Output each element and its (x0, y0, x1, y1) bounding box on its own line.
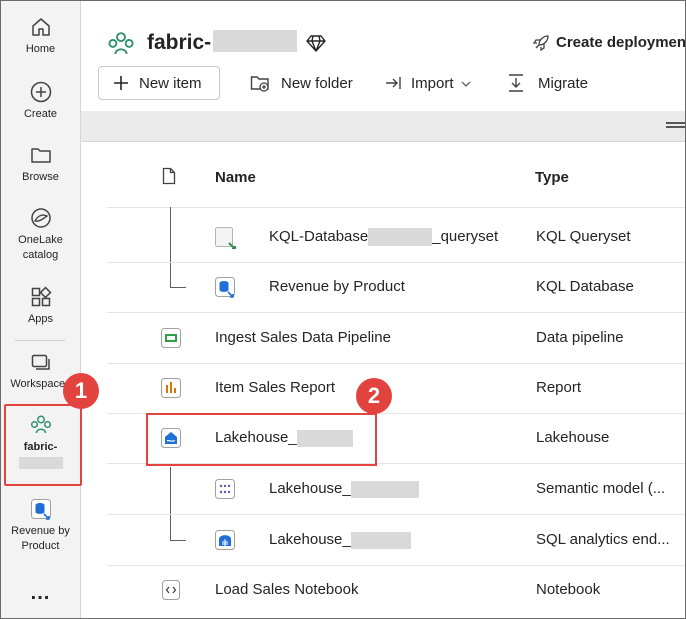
rail-onelake-label: OneLake catalog (18, 234, 63, 261)
app-window: Home Create Browse OneLake catalog Apps … (0, 0, 686, 619)
row-name: Revenue by Product (269, 278, 405, 295)
menu-lines-icon[interactable] (666, 122, 686, 130)
table-row[interactable]: Lakehouse_ Semantic model (... (107, 464, 685, 515)
step-badge-1: 1 (63, 373, 99, 409)
row-type: SQL analytics end... (536, 531, 670, 548)
redacted-block (350, 531, 411, 549)
notebook-icon (162, 580, 180, 600)
premium-diamond-icon (306, 35, 326, 52)
import-icon (386, 77, 401, 89)
table-row[interactable]: Ingest Sales Data Pipeline Data pipeline (107, 313, 685, 364)
sql-endpoint-icon (215, 530, 235, 550)
row-type: Notebook (536, 581, 601, 598)
header-divider (107, 207, 685, 208)
home-icon (31, 18, 50, 36)
chevron-down-icon (461, 81, 471, 87)
workspace-title: fabric- (147, 30, 298, 55)
import-label: Import (411, 75, 454, 92)
highlight-box-2 (146, 413, 377, 466)
new-folder-icon (250, 76, 269, 92)
rail-create[interactable]: Create (1, 80, 80, 122)
table-row[interactable]: Load Sales Notebook Notebook (107, 565, 685, 615)
rail-workspaces-label: Workspaces (10, 378, 71, 390)
kql-database-icon (30, 499, 51, 520)
create-deployment-button[interactable]: Create deploymen (556, 34, 685, 51)
rail-revenue-label: Revenue by Product (11, 525, 70, 552)
folder-icon (30, 148, 51, 163)
table-row[interactable]: Lakehouse_ SQL analytics end... (107, 515, 685, 566)
plus-icon (114, 76, 128, 90)
more-icon: ... (30, 582, 51, 604)
apps-icon (31, 286, 52, 307)
rail-home-label: Home (25, 43, 56, 55)
row-name: Item Sales Report (215, 379, 336, 396)
redacted-block (213, 30, 298, 53)
report-icon (161, 378, 181, 398)
row-type: Lakehouse (536, 429, 610, 446)
column-header-type[interactable]: Type (535, 169, 569, 186)
new-item-button[interactable]: New item (98, 66, 220, 100)
row-type: KQL Queryset (536, 228, 631, 245)
rail-apps-label: Apps (27, 313, 54, 325)
row-name: KQL-Database _queryset (269, 228, 499, 247)
table-row[interactable]: Item Sales Report Report (107, 363, 685, 414)
rail-revenue-by-product[interactable]: Revenue by Product (1, 497, 80, 554)
pipeline-icon (161, 328, 181, 348)
table-row[interactable]: KQL-Database _queryset KQL Queryset (107, 212, 685, 263)
import-button[interactable]: Import (411, 75, 471, 92)
rail-create-label: Create (23, 108, 58, 120)
plus-circle-icon (30, 81, 51, 103)
filter-bar (81, 111, 686, 142)
redacted-block (368, 228, 433, 247)
row-name: Lakehouse_ (269, 531, 411, 549)
migrate-icon (509, 74, 523, 92)
row-type: Report (536, 379, 582, 396)
rocket-icon (532, 35, 549, 52)
workspace-people-icon (108, 32, 134, 55)
row-type: Data pipeline (536, 329, 624, 346)
step-badge-2: 2 (356, 378, 392, 414)
column-header-name[interactable]: Name (215, 169, 256, 186)
rail-browse[interactable]: Browse (1, 143, 80, 185)
row-name: Ingest Sales Data Pipeline (215, 329, 391, 346)
rail-apps[interactable]: Apps (1, 285, 80, 327)
left-nav-rail: Home Create Browse OneLake catalog Apps … (1, 1, 81, 618)
new-item-label: New item (139, 75, 202, 92)
redacted-block (350, 480, 419, 498)
row-name: Load Sales Notebook (215, 581, 359, 598)
rail-divider (15, 340, 65, 341)
rail-onelake[interactable]: OneLake catalog (1, 206, 80, 263)
row-type: KQL Database (536, 278, 634, 295)
row-name: Lakehouse_ (269, 480, 419, 498)
new-folder-button[interactable]: New folder (281, 75, 353, 92)
rail-browse-label: Browse (22, 171, 59, 183)
kql-queryset-icon (215, 227, 236, 249)
table-row[interactable]: Revenue by Product KQL Database (107, 262, 685, 313)
onelake-icon (30, 208, 51, 228)
kql-database-icon (215, 277, 235, 298)
workspaces-icon (31, 354, 50, 370)
semantic-model-icon (215, 479, 235, 499)
highlight-box-1 (4, 404, 82, 486)
row-type: Semantic model (... (536, 480, 666, 497)
rail-home[interactable]: Home (1, 15, 80, 57)
rail-more-button[interactable]: ... (1, 583, 80, 603)
file-type-icon (162, 167, 176, 185)
migrate-button[interactable]: Migrate (538, 75, 588, 92)
